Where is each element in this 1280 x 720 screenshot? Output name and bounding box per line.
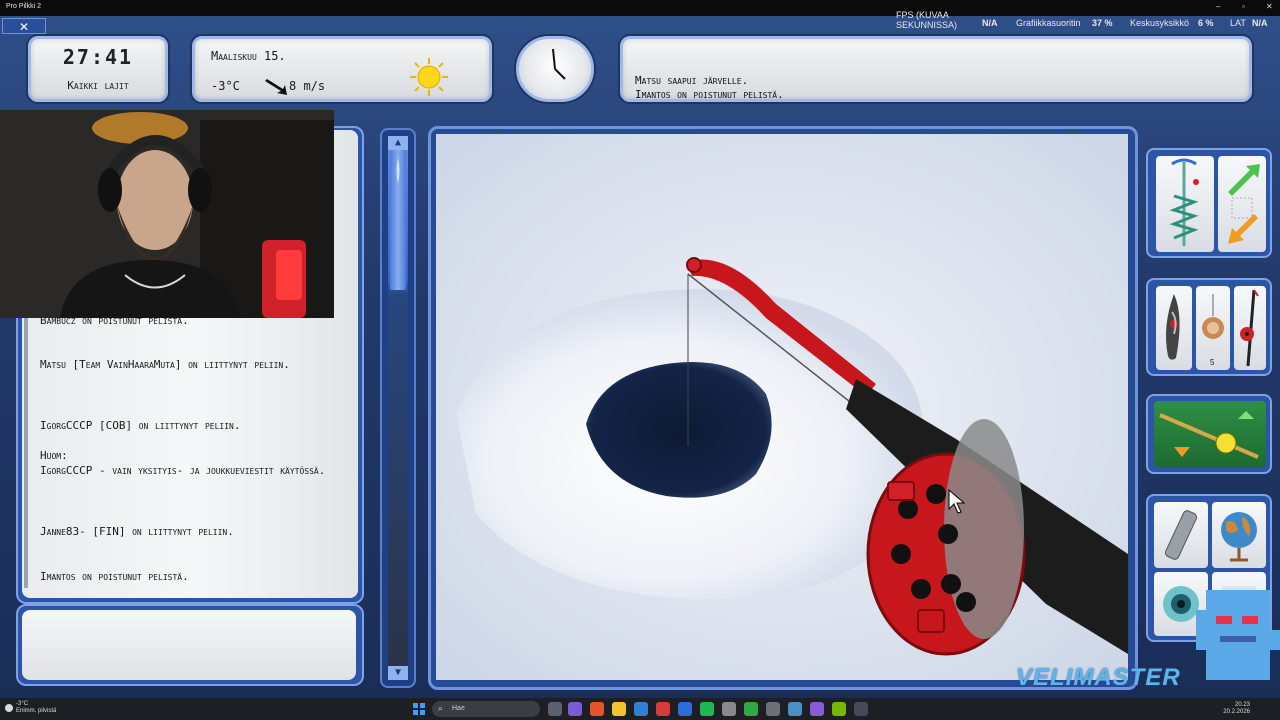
fps-value: N/A <box>982 18 998 28</box>
streamer-image <box>0 110 334 318</box>
chat-line: Matsu [Team VainHaaraMuta] on liittynyt … <box>40 358 290 371</box>
taskbar-weather-desc: Enimm. pilvistä <box>16 708 57 714</box>
store-icon[interactable] <box>634 702 648 716</box>
streamer-mascot-image <box>1196 590 1280 680</box>
weather-widget-icon <box>5 704 13 712</box>
globe-slot[interactable] <box>1212 502 1266 568</box>
lure-depth-icon <box>396 158 400 184</box>
event-messages: Matsu saapui järvelle. Imantos on poistu… <box>620 36 1252 102</box>
cpu-label: Keskusyksikkö <box>1130 18 1190 28</box>
temperature: -3°C <box>211 79 240 93</box>
rod-selector-slot[interactable] <box>1154 401 1266 467</box>
taskbar-time: 20.23 <box>1234 702 1250 708</box>
gpu-value: 37 % <box>1092 18 1113 28</box>
flashlight-slot[interactable] <box>1154 502 1208 568</box>
browser-icon[interactable] <box>590 702 604 716</box>
chat-line: Janne83- [FIN] on liittynyt peliin. <box>40 525 234 538</box>
bait-count: 5 <box>1210 358 1215 367</box>
event-message: Imantos on poistunut pelistä. <box>635 88 784 101</box>
chat-scrollbar[interactable] <box>24 308 28 588</box>
analog-clock <box>516 36 594 102</box>
flashlight-icon <box>1164 510 1198 560</box>
auger-slot[interactable] <box>1156 156 1214 252</box>
depth-down-button[interactable]: ▼ <box>388 666 408 680</box>
lat-value: N/A <box>1252 18 1268 28</box>
taskbar-date: 20.2.2026 <box>1223 709 1250 715</box>
mouse-cursor-icon <box>948 489 966 514</box>
ice-fishing-view[interactable] <box>436 134 1128 680</box>
fps-label: FPS (KUVAA SEKUNNISSA) <box>896 10 958 30</box>
taskbar-weather-temp: -3°C <box>16 701 29 707</box>
tool-group-rod-selector <box>1146 394 1272 474</box>
move-arrows-icon <box>1228 164 1260 244</box>
wind-direction-icon <box>265 79 287 95</box>
taskbar-search[interactable]: Hae <box>432 701 540 717</box>
ice-hole-scene <box>456 257 1128 656</box>
chat-line: Huom: <box>40 449 68 462</box>
taskbar-clock[interactable]: 20.23 20.2.2026 <box>1223 702 1250 716</box>
steam-icon[interactable] <box>678 702 692 716</box>
rod-slot[interactable] <box>1234 286 1266 370</box>
wind-speed: 8 m/s <box>289 79 326 93</box>
taskbar-weather[interactable]: -3°C Enimm. pilvistä <box>16 701 56 715</box>
gpu-label: Grafiikkasuoritin <box>1016 18 1081 28</box>
weather-panel: Maaliskuu 15. -3°C 8 m/s <box>192 36 492 102</box>
webcam-overlay <box>0 110 334 318</box>
depth-up-button[interactable]: ▲ <box>388 136 408 150</box>
globe-icon <box>1221 512 1257 562</box>
time-panel: 27:41 Kaikki lajit <box>28 36 168 102</box>
chat-input[interactable] <box>22 610 356 680</box>
lure-slot[interactable] <box>1156 286 1192 370</box>
spotify-icon[interactable] <box>700 702 714 716</box>
bait-slot[interactable]: 5 <box>1196 286 1230 370</box>
obs-icon[interactable] <box>810 702 824 716</box>
performance-overlay: FPS (KUVAA SEKUNNISSA) N/A Grafiikkasuor… <box>890 10 1280 34</box>
window-title: Pro Pilkki 2 <box>6 3 42 10</box>
lure-icon <box>1166 294 1180 360</box>
chat-line: IgorgCCCP - vain yksityis- ja joukkuevie… <box>40 464 326 477</box>
rod-selector-icon <box>1159 411 1259 459</box>
species-mode: Kaikki lajit <box>67 79 129 92</box>
file-explorer-icon[interactable] <box>612 702 626 716</box>
app-icon[interactable] <box>766 702 780 716</box>
streamer-watermark: VELIMASTER <box>1016 664 1181 691</box>
game-window-icon[interactable] <box>854 702 868 716</box>
chrome-icon[interactable] <box>656 702 670 716</box>
game-date: Maaliskuu 15. <box>211 49 286 63</box>
lat-label: LAT <box>1230 18 1246 28</box>
tool-group-auger <box>1146 148 1272 258</box>
game-clock: 27:41 <box>62 45 134 69</box>
bait-icon <box>1202 294 1224 339</box>
chat-line: Imantos on poistunut pelistä. <box>40 570 189 583</box>
nvidia-icon[interactable] <box>832 702 846 716</box>
chat-line: IgorgCCCP [COB] on liittynyt peliin. <box>40 419 241 432</box>
app-icon[interactable] <box>788 702 802 716</box>
windows-taskbar: -3°C Enimm. pilvistä Hae ⌕ 20.23 20.2.20… <box>0 698 1280 720</box>
task-view-icon[interactable] <box>548 702 562 716</box>
clock-hands-icon <box>552 48 566 80</box>
depth-slider-thumb[interactable] <box>390 150 406 290</box>
ice-auger-icon <box>1169 158 1199 246</box>
xbox-icon[interactable] <box>744 702 758 716</box>
cpu-value: 6 % <box>1198 18 1214 28</box>
close-button[interactable]: ✕ <box>2 18 46 34</box>
app-icon[interactable] <box>568 702 582 716</box>
sun-icon <box>410 58 448 96</box>
event-message: Matsu saapui järvelle. <box>635 74 749 87</box>
rod-icon <box>1240 289 1259 367</box>
tool-group-lures: 5 <box>1146 278 1272 376</box>
move-slot[interactable] <box>1218 156 1266 252</box>
search-icon: ⌕ <box>438 703 444 713</box>
windows-start-icon[interactable] <box>412 702 426 716</box>
app-icon[interactable] <box>722 702 736 716</box>
